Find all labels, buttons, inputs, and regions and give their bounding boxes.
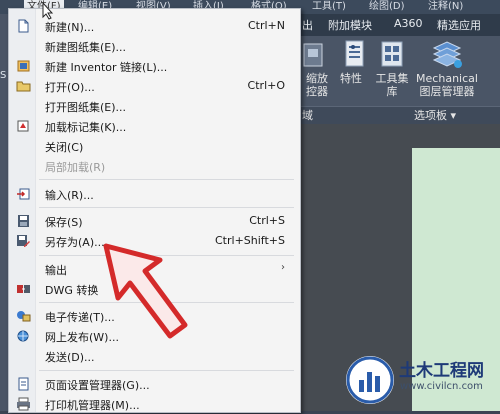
watermark-title: 土木工程网 [399, 361, 484, 381]
mouse-cursor-icon [42, 2, 54, 20]
watermark-url: www.civilcn.com [400, 381, 483, 392]
red-arrow-annotation [103, 243, 188, 339]
watermark-logo [346, 356, 394, 404]
